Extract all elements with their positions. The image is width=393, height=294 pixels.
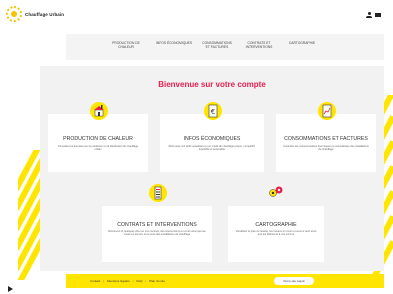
cursor-arrow-icon	[8, 286, 13, 292]
card-consommations-factures[interactable]: CONSOMMATIONS ET FACTURES Consulter les …	[276, 114, 376, 172]
site-footer: Contact | Mentions légales | FAQ | Plan …	[66, 274, 384, 288]
card-description: Visualisez le plan du réseau, les travau…	[235, 230, 317, 237]
mail-icon[interactable]	[375, 13, 381, 17]
card-infos-economiques[interactable]: INFOS ÉCONOMIQUES Retrouvez vos tarifs a…	[160, 114, 264, 172]
external-site-button[interactable]: Voir le site coquin	[274, 277, 314, 285]
card-contrats-interventions[interactable]: CONTRATS ET INTERVENTIONS Retrouvez ici …	[102, 206, 212, 262]
nav-item-cartographie[interactable]: CARTOGRAPHIE	[284, 41, 320, 45]
heat-production-icon	[90, 102, 108, 120]
sun-logo-icon	[6, 6, 22, 22]
nav-item-consommations[interactable]: CONSOMMATIONS ET FACTURES	[200, 41, 234, 49]
site-header: Chauffage Urbain	[0, 0, 393, 30]
card-title: CONTRATS ET INTERVENTIONS	[117, 222, 197, 228]
footer-link-plan[interactable]: Plan du site	[149, 279, 165, 283]
map-pin-icon	[267, 184, 285, 202]
card-description: Retrouvez ici quelques clés sur vos cont…	[108, 230, 206, 237]
card-production-chaleur[interactable]: PRODUCTION DE CHALEUR Consulter les donn…	[48, 114, 148, 172]
nav-item-contrats[interactable]: CONTRATS ET INTERVENTIONS	[244, 41, 274, 49]
main-nav: PRODUCTION DE CHALEUR INFOS ÉCONOMIQUES …	[66, 34, 384, 60]
welcome-title: Bienvenue sur votre compte	[158, 80, 266, 89]
card-title: CARTOGRAPHIE	[255, 222, 297, 228]
footer-separator: |	[145, 278, 147, 283]
card-title: CONSOMMATIONS ET FACTURES	[284, 136, 368, 142]
euro-icon: €	[204, 102, 222, 120]
page: Chauffage Urbain PRODUCTION DE CHALEUR I…	[0, 0, 393, 294]
card-cartographie[interactable]: CARTOGRAPHIE Visualisez le plan du résea…	[228, 206, 324, 262]
nav-item-production[interactable]: PRODUCTION DE CHALEUR	[112, 41, 140, 49]
footer-links: Contact | Mentions légales | FAQ | Plan …	[90, 279, 165, 283]
card-description: Retrouvez vos tarifs actualisés ou un mo…	[168, 145, 256, 152]
user-icon[interactable]	[366, 12, 372, 18]
footer-separator: |	[103, 278, 105, 283]
footer-link-faq[interactable]: FAQ	[136, 279, 142, 283]
card-description: Consulter les données sur la production …	[57, 145, 139, 152]
footer-link-contact[interactable]: Contact	[90, 279, 100, 283]
dashboard-main: Bienvenue sur votre compte PRODUCTION DE…	[40, 66, 384, 271]
footer-link-mentions[interactable]: Mentions légales	[107, 279, 130, 283]
card-description: Consulter les consommations thermiques o…	[283, 145, 369, 152]
card-title: INFOS ÉCONOMIQUES	[183, 136, 241, 142]
footer-separator: |	[132, 278, 134, 283]
invoice-icon	[318, 102, 336, 120]
svg-text:€: €	[211, 108, 215, 116]
nav-item-infos-economiques[interactable]: INFOS ÉCONOMIQUES	[154, 41, 194, 45]
logo[interactable]: Chauffage Urbain	[6, 6, 64, 22]
contracts-icon	[149, 184, 167, 202]
card-title: PRODUCTION DE CHALEUR	[63, 136, 133, 142]
logo-text: Chauffage Urbain	[25, 11, 65, 17]
